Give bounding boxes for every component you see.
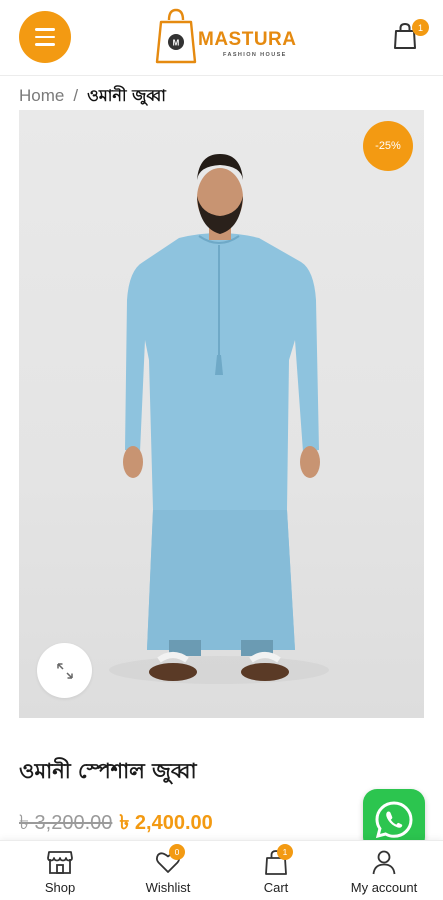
shopping-bag-logo-icon: M [155, 8, 197, 64]
zoom-button[interactable] [37, 643, 92, 698]
bottom-nav: Shop 0 Wishlist 1 Cart My account [0, 840, 443, 900]
logo[interactable]: M MASTURA FASHION HOUSE [155, 8, 297, 66]
expand-icon [56, 662, 73, 679]
whatsapp-icon [375, 801, 413, 839]
price-row: ৳ 3,200.00 ৳ 2,400.00 [19, 808, 213, 841]
product-image[interactable]: -25% [19, 110, 424, 718]
nav-wishlist[interactable]: 0 Wishlist [113, 841, 223, 900]
product-title: ওমানী স্পেশাল জুব্বা [19, 759, 197, 783]
shop-icon [47, 851, 73, 874]
sale-price: ৳ 2,400.00 [119, 812, 213, 834]
nav-label: My account [350, 880, 418, 895]
hamburger-icon [35, 28, 55, 31]
user-icon [372, 850, 396, 875]
nav-label: Shop [44, 880, 76, 895]
cart-count-badge: 1 [412, 19, 429, 36]
breadcrumb: Home / ওমানী জুব্বা [19, 85, 166, 107]
svg-text:M: M [173, 39, 180, 48]
logo-subtitle: FASHION HOUSE [223, 52, 287, 58]
wishlist-count-badge: 0 [169, 844, 185, 860]
old-price: ৳ 3,200.00 [19, 812, 113, 834]
nav-cart[interactable]: 1 Cart [221, 841, 331, 900]
nav-label: Cart [263, 880, 289, 895]
breadcrumb-current: ওমানী জুব্বা [87, 85, 166, 105]
header-cart-button[interactable]: 1 [392, 19, 429, 52]
cart-count-badge: 1 [277, 844, 293, 860]
logo-text: MASTURA [198, 29, 297, 50]
nav-label: Wishlist [145, 880, 191, 895]
sale-badge: -25% [363, 121, 413, 171]
header: M MASTURA FASHION HOUSE 1 [0, 0, 443, 76]
menu-button[interactable] [19, 11, 71, 63]
nav-my-account[interactable]: My account [329, 841, 439, 900]
breadcrumb-separator: / [73, 86, 79, 105]
breadcrumb-home-link[interactable]: Home [19, 86, 64, 106]
nav-shop[interactable]: Shop [5, 841, 115, 900]
product-photo-man-in-blue-jubba [109, 154, 329, 684]
